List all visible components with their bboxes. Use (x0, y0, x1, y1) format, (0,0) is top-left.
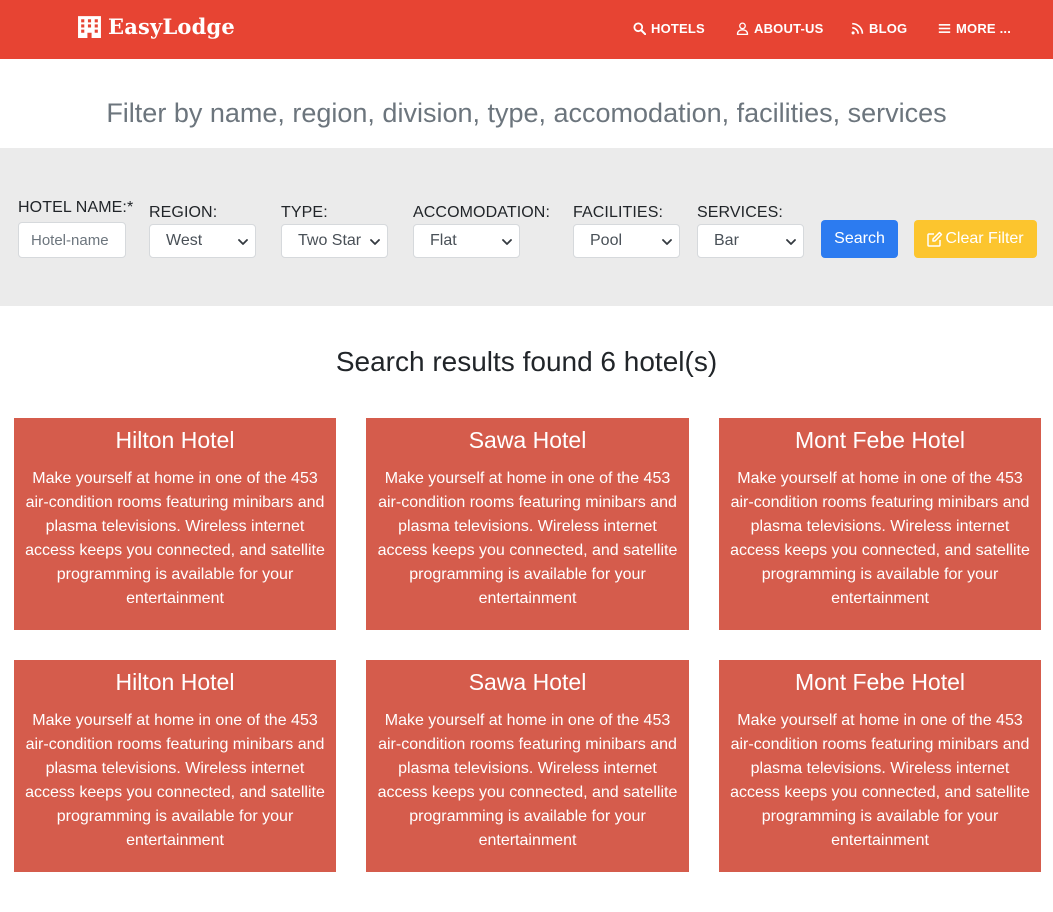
services-select[interactable]: Bar (697, 224, 804, 258)
hotel-card-description: Make yourself at home in one of the 453 … (25, 470, 325, 607)
search-icon (633, 22, 646, 35)
hotel-card-description: Make yourself at home in one of the 453 … (25, 712, 325, 849)
type-select[interactable]: Two Star (281, 224, 388, 258)
hotel-card[interactable]: Mont Febe Hotel Make yourself at home in… (719, 660, 1041, 872)
nav-hotels[interactable]: HOTELS (633, 21, 705, 36)
hotel-card-title: Mont Febe Hotel (794, 427, 966, 453)
nav-blog[interactable]: BLOG (851, 21, 907, 36)
accomodation-value: Flat (430, 232, 457, 249)
top-navbar: EasyLodge HOTELS ABOUT-US BLOG MORE ... (0, 0, 1053, 59)
hotel-card-description: Make yourself at home in one of the 453 … (730, 712, 1030, 849)
nav-about-us-label: ABOUT-US (754, 21, 824, 36)
accomodation-label: ACCOMODATION: (413, 204, 551, 221)
hotel-card-description: Make yourself at home in one of the 453 … (730, 470, 1030, 607)
edit-icon (927, 231, 943, 247)
region-label: REGION: (149, 204, 218, 221)
nav-hotels-label: HOTELS (651, 21, 705, 36)
chevron-down-icon (502, 239, 512, 245)
hotel-card[interactable]: Hilton Hotel Make yourself at home in on… (14, 660, 336, 872)
region-value: West (166, 232, 203, 249)
accomodation-select[interactable]: Flat (413, 224, 520, 258)
facilities-select[interactable]: Pool (573, 224, 680, 258)
facilities-label: FACILITIES: (573, 204, 664, 221)
nav-about-us[interactable]: ABOUT-US (736, 21, 824, 36)
hotel-card-description: Make yourself at home in one of the 453 … (377, 712, 678, 849)
hotel-card[interactable]: Mont Febe Hotel Make yourself at home in… (719, 418, 1041, 630)
brand-link[interactable]: EasyLodge (77, 14, 235, 39)
hotel-name-label: HOTEL NAME:* (18, 199, 134, 216)
search-button-label: Search (834, 230, 885, 247)
search-button[interactable]: Search (821, 220, 898, 258)
services-label: SERVICES: (697, 204, 783, 221)
hotel-card-title: Hilton Hotel (115, 669, 235, 695)
hotel-card[interactable]: Hilton Hotel Make yourself at home in on… (14, 418, 336, 630)
filter-heading: Filter by name, region, division, type, … (106, 98, 947, 128)
hotel-card-title: Sawa Hotel (468, 669, 587, 695)
chevron-down-icon (662, 239, 672, 245)
clear-filter-button[interactable]: Clear Filter (914, 220, 1037, 258)
hotel-building-icon (78, 16, 101, 38)
hotel-card-title: Sawa Hotel (468, 427, 587, 453)
facilities-value: Pool (590, 232, 623, 249)
brand-name: EasyLodge (108, 14, 235, 39)
hotel-name-input[interactable]: Hotel-name (18, 222, 126, 258)
hotel-card[interactable]: Sawa Hotel Make yourself at home in one … (366, 418, 689, 630)
region-select[interactable]: West (149, 224, 256, 258)
services-value: Bar (714, 232, 739, 249)
menu-bars-icon (938, 24, 951, 33)
rss-icon (851, 22, 864, 35)
chevron-down-icon (370, 239, 380, 245)
clear-filter-label: Clear Filter (945, 230, 1024, 247)
chevron-down-icon (786, 239, 796, 245)
hotel-card-title: Hilton Hotel (115, 427, 235, 453)
hotel-name-placeholder: Hotel-name (31, 231, 109, 249)
nav-more-label: MORE ... (956, 21, 1012, 36)
hotel-card[interactable]: Sawa Hotel Make yourself at home in one … (366, 660, 689, 872)
results-heading: Search results found 6 hotel(s) (335, 346, 718, 377)
hotel-card-description: Make yourself at home in one of the 453 … (377, 470, 678, 607)
type-label: TYPE: (281, 204, 328, 221)
nav-more[interactable]: MORE ... (938, 21, 1011, 36)
type-value: Two Star (298, 232, 362, 249)
user-icon (736, 22, 749, 35)
hotel-card-title: Mont Febe Hotel (794, 669, 966, 695)
nav-blog-label: BLOG (869, 21, 908, 36)
chevron-down-icon (238, 239, 248, 245)
